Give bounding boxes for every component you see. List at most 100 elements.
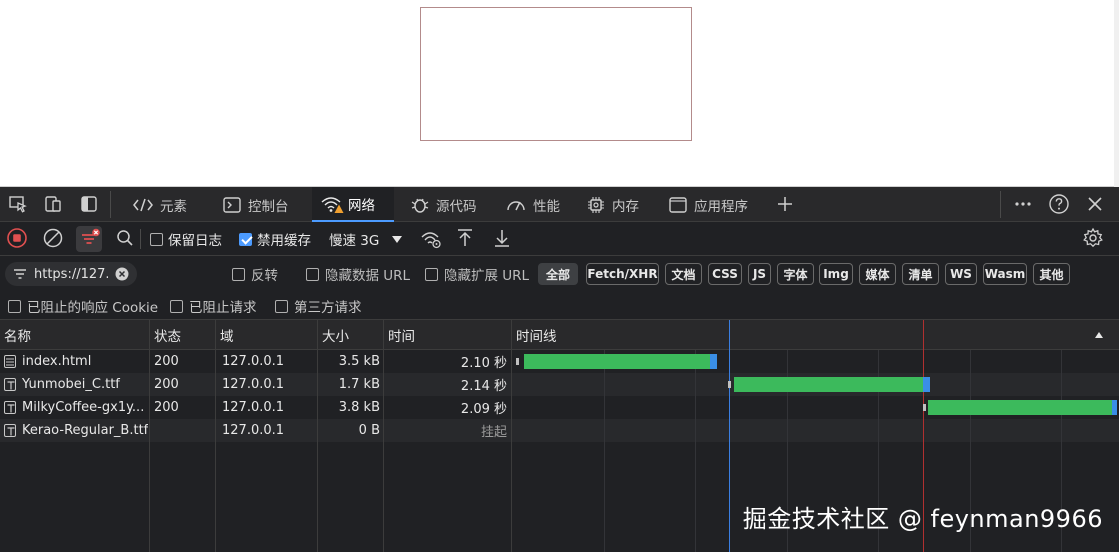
column-header-time[interactable]: 时间 bbox=[384, 320, 512, 350]
waterfall-download-segment[interactable] bbox=[710, 354, 717, 369]
help-icon[interactable] bbox=[1047, 193, 1071, 215]
third-party-checkbox[interactable]: 第三方请求 bbox=[275, 292, 362, 320]
invert-checkbox[interactable]: 反转 bbox=[232, 256, 278, 292]
dock-side-icon[interactable] bbox=[77, 193, 101, 215]
type-filter-all[interactable]: 全部 bbox=[538, 263, 578, 285]
column-divider[interactable] bbox=[383, 320, 384, 552]
blocked-requests-label: 已阻止请求 bbox=[189, 300, 257, 316]
divider bbox=[1000, 191, 1001, 218]
waterfall-wait-segment[interactable] bbox=[734, 377, 923, 392]
tab-application[interactable]: 应用程序 bbox=[660, 187, 756, 222]
checkbox-box[interactable] bbox=[150, 232, 163, 246]
tab-memory[interactable]: 内存 bbox=[578, 187, 647, 222]
tab-network[interactable]: 网络 bbox=[312, 187, 394, 222]
tab-performance[interactable]: 性能 bbox=[497, 187, 568, 222]
disable-cache-checkbox[interactable]: 禁用缓存 bbox=[239, 222, 311, 256]
filter-icon[interactable] bbox=[76, 226, 102, 252]
import-har-icon[interactable] bbox=[453, 227, 477, 249]
blocked-requests-checkbox[interactable]: 已阻止请求 bbox=[170, 292, 257, 320]
checkbox-box[interactable] bbox=[306, 267, 319, 281]
request-name: Kerao-Regular_B.ttf bbox=[22, 423, 148, 438]
hide-data-url-checkbox[interactable]: 隐藏数据 URL bbox=[306, 256, 410, 292]
clear-icon[interactable] bbox=[41, 227, 65, 249]
column-divider[interactable] bbox=[149, 320, 150, 552]
waterfall-wait-segment[interactable] bbox=[524, 354, 710, 369]
filter-input[interactable]: https://127.0 bbox=[5, 262, 137, 286]
request-name: MilkyCoffee-gx1y... bbox=[22, 400, 145, 415]
type-filter-media[interactable]: 媒体 bbox=[859, 263, 896, 285]
wifi-icon bbox=[320, 195, 344, 213]
preserve-log-checkbox[interactable]: 保留日志 bbox=[150, 222, 222, 256]
hide-ext-url-checkbox[interactable]: 隐藏扩展 URL bbox=[425, 256, 529, 292]
tab-console[interactable]: 控制台 bbox=[214, 187, 297, 222]
waterfall-wait-segment[interactable] bbox=[928, 400, 1112, 415]
close-icon[interactable] bbox=[1083, 193, 1107, 215]
type-filter-js[interactable]: JS bbox=[748, 263, 771, 285]
clear-filter-icon[interactable] bbox=[115, 267, 129, 281]
filter-value: https://127.0 bbox=[34, 266, 108, 282]
type-filter-ws[interactable]: WS bbox=[945, 263, 977, 285]
column-header-waterfall[interactable]: 时间线 bbox=[512, 320, 1082, 350]
request-time: 挂起 bbox=[480, 425, 507, 440]
waterfall-download-segment[interactable] bbox=[923, 377, 930, 392]
search-icon[interactable] bbox=[113, 227, 137, 249]
tab-label: 性能 bbox=[533, 198, 560, 215]
request-time: 2.09 秒 bbox=[460, 402, 507, 417]
record-icon[interactable] bbox=[5, 227, 29, 249]
column-divider[interactable] bbox=[215, 320, 216, 552]
devtools-panel: 元素 控制台 网络 源代码 性能 内存 应用程序 保留日志 禁用缓存 慢速 3G… bbox=[0, 187, 1119, 552]
tab-sources[interactable]: 源代码 bbox=[402, 187, 485, 222]
type-filter-fetch-xhr[interactable]: Fetch/XHR bbox=[586, 263, 659, 285]
request-size: 3.8 kB bbox=[338, 400, 380, 415]
sort-ascending-icon[interactable] bbox=[1090, 320, 1110, 350]
request-status: 200 bbox=[154, 354, 179, 369]
tab-elements[interactable]: 元素 bbox=[124, 187, 195, 222]
add-tab-icon[interactable] bbox=[773, 193, 797, 215]
checkbox-box[interactable] bbox=[275, 299, 288, 313]
checkbox-box[interactable] bbox=[8, 299, 21, 313]
tab-label: 控制台 bbox=[248, 198, 289, 215]
type-filter-css[interactable]: CSS bbox=[708, 263, 742, 285]
code-icon bbox=[133, 198, 153, 211]
checkbox-box[interactable] bbox=[239, 232, 252, 246]
page-scrollbar[interactable] bbox=[1114, 0, 1119, 187]
throttle-select[interactable]: 慢速 3G bbox=[329, 222, 403, 256]
checkbox-box[interactable] bbox=[425, 267, 438, 281]
table-header: 名称 状态 域 大小 时间 时间线 bbox=[0, 320, 1119, 350]
inspect-icon[interactable] bbox=[6, 193, 30, 215]
waterfall-download-segment[interactable] bbox=[1112, 400, 1117, 415]
watermark: 掘金技术社区 @ feynman9966 bbox=[742, 505, 1103, 533]
tab-label: 网络 bbox=[348, 197, 375, 214]
request-name: Yunmobei_C.ttf bbox=[22, 377, 120, 392]
network-toolbar: 保留日志 禁用缓存 慢速 3G bbox=[0, 222, 1119, 256]
column-divider[interactable] bbox=[317, 320, 318, 552]
gear-icon[interactable] bbox=[1081, 227, 1105, 249]
column-header-name[interactable]: 名称 bbox=[0, 320, 150, 350]
chip-icon bbox=[588, 196, 604, 213]
blocked-cookies-checkbox[interactable]: 已阻止的响应 Cookie bbox=[8, 292, 158, 320]
request-name-cell: index.html bbox=[4, 350, 148, 373]
column-header-status[interactable]: 状态 bbox=[150, 320, 216, 350]
device-toolbar-icon[interactable] bbox=[41, 193, 65, 215]
tab-label: 内存 bbox=[612, 198, 639, 215]
type-filter-img[interactable]: Img bbox=[819, 263, 853, 285]
type-filter-wasm[interactable]: Wasm bbox=[983, 263, 1027, 285]
page-viewport bbox=[0, 0, 1119, 187]
request-domain: 127.0.0.1 bbox=[222, 377, 285, 392]
divider bbox=[140, 229, 141, 249]
filter-bar: https://127.0 反转 隐藏数据 URL 隐藏扩展 URL 全部 Fe… bbox=[0, 256, 1119, 292]
column-header-size[interactable]: 大小 bbox=[318, 320, 384, 350]
type-filter-other[interactable]: 其他 bbox=[1033, 263, 1070, 285]
more-options-icon[interactable] bbox=[1011, 193, 1035, 215]
checkbox-box[interactable] bbox=[232, 267, 245, 281]
type-filter-font[interactable]: 字体 bbox=[777, 263, 814, 285]
app-icon bbox=[669, 196, 687, 213]
request-name-cell: Kerao-Regular_B.ttf bbox=[4, 419, 148, 442]
type-filter-doc[interactable]: 文档 bbox=[665, 263, 702, 285]
column-header-domain[interactable]: 域 bbox=[216, 320, 318, 350]
export-har-icon[interactable] bbox=[490, 227, 514, 249]
network-conditions-icon[interactable] bbox=[419, 228, 443, 250]
checkbox-box[interactable] bbox=[170, 299, 183, 313]
hide-ext-url-label: 隐藏扩展 URL bbox=[444, 268, 530, 284]
type-filter-manifest[interactable]: 清单 bbox=[902, 263, 939, 285]
